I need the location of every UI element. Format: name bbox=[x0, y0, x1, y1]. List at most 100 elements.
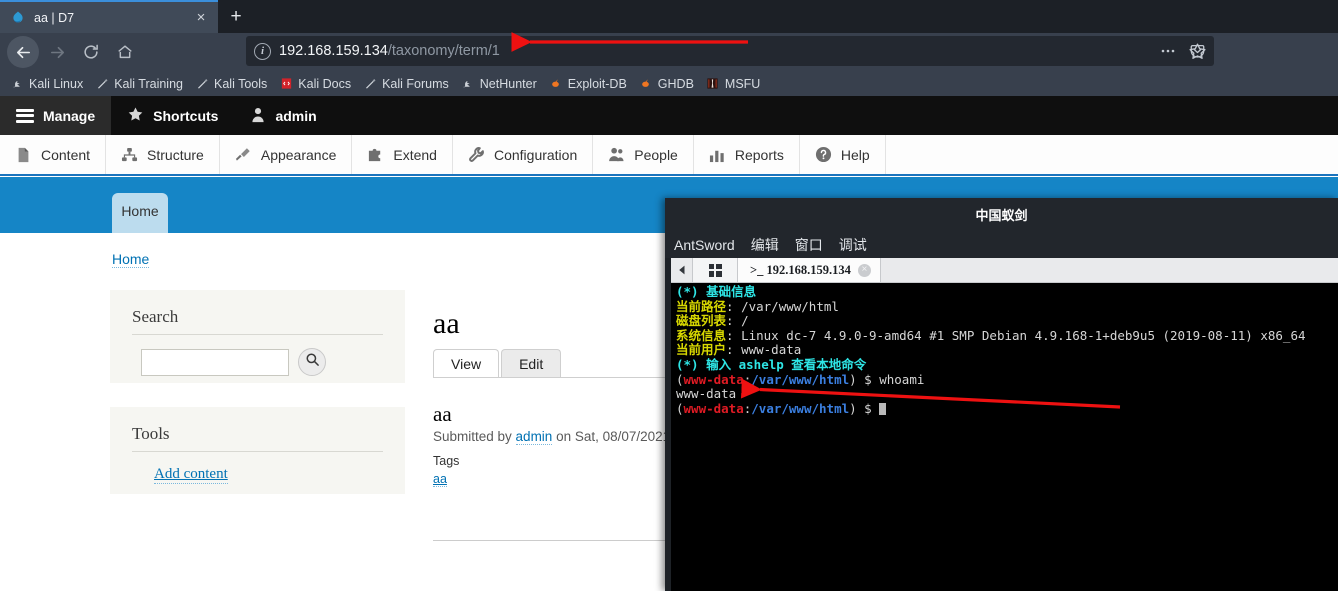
site-info-icon[interactable]: i bbox=[254, 42, 271, 60]
bookmark-item[interactable]: Exploit-DB bbox=[545, 73, 635, 95]
toolbar-item-label: admin bbox=[275, 107, 317, 124]
browser-tab[interactable]: aa | D7 × bbox=[0, 0, 218, 33]
terminal-line: (www-data:/var/www/html) $ whoami bbox=[676, 371, 1338, 388]
tab-view[interactable]: View bbox=[433, 349, 500, 378]
menu-item-label: People bbox=[634, 146, 678, 163]
antsword-menubar: AntSword 编辑 窗口 调试 bbox=[665, 231, 1338, 258]
menu-item-people[interactable]: People bbox=[593, 135, 694, 174]
menu-item-extend[interactable]: Extend bbox=[352, 135, 453, 174]
terminal-text: www-data bbox=[683, 400, 744, 416]
terminal-line: 当前路径: /var/www/html bbox=[676, 298, 1338, 315]
antsword-menu-debug[interactable]: 调试 bbox=[839, 235, 867, 255]
browser-tabstrip: aa | D7 × + bbox=[0, 0, 1338, 33]
menu-item-label: Structure bbox=[147, 146, 204, 163]
terminal-text: 磁盘列表 bbox=[676, 313, 727, 329]
terminal-text: ( bbox=[676, 400, 684, 416]
bookmark-item[interactable]: NetHunter bbox=[457, 73, 545, 95]
page-title: aa bbox=[433, 307, 460, 340]
antsword-window-title: 中国蚁剑 bbox=[975, 208, 1028, 223]
toolbar-item-manage[interactable]: Manage bbox=[0, 96, 112, 135]
forward-button[interactable] bbox=[41, 36, 73, 68]
search-form bbox=[132, 348, 383, 376]
search-input[interactable] bbox=[141, 348, 289, 376]
close-icon[interactable]: × bbox=[192, 9, 210, 27]
terminal-text: (*) 输入 ashelp 查看本地命令 bbox=[676, 356, 867, 372]
bookmark-label: Kali Tools bbox=[214, 76, 268, 91]
terminal-text: ( bbox=[676, 371, 684, 387]
antsword-terminal-output[interactable]: (*) 基础信息 当前路径: /var/www/html 磁盘列表: / 系统信息: … bbox=[671, 283, 1338, 591]
menu-item-appearance[interactable]: Appearance bbox=[220, 135, 353, 174]
menu-item-help[interactable]: Help bbox=[800, 135, 886, 174]
terminal-text: /var/www/html bbox=[751, 371, 850, 387]
node-submitted: Submitted by admin on Sat, 08/07/2021 - … bbox=[433, 429, 690, 445]
terminal-text: ) $ whoami bbox=[849, 371, 925, 387]
bookmark-item[interactable]: Kali Docs bbox=[275, 73, 359, 95]
toolbar-item-label: Shortcuts bbox=[153, 107, 219, 124]
close-icon[interactable]: × bbox=[857, 263, 871, 277]
bookmark-item[interactable]: Kali Linux bbox=[6, 73, 91, 95]
kali-tool-icon bbox=[195, 77, 209, 91]
menu-item-configuration[interactable]: Configuration bbox=[453, 135, 594, 174]
bookmark-star-icon[interactable] bbox=[1186, 40, 1208, 62]
bookmark-label: MSFU bbox=[724, 76, 761, 91]
menu-item-label: Appearance bbox=[260, 146, 337, 163]
kali-tool-icon bbox=[95, 77, 109, 91]
menu-item-label: Reports bbox=[734, 146, 784, 163]
terminal-line: www-data bbox=[676, 386, 1338, 402]
msfu-icon bbox=[706, 77, 720, 91]
bookmark-item[interactable]: Kali Forums bbox=[359, 73, 457, 95]
terminal-text: 当前用户 bbox=[676, 342, 727, 358]
antsword-terminal-tab[interactable]: >_ 192.168.159.134 × bbox=[738, 258, 881, 282]
terminal-text: 系统信息 bbox=[676, 327, 727, 343]
star-icon bbox=[127, 106, 144, 126]
antsword-menu-app[interactable]: AntSword bbox=[674, 237, 735, 253]
search-block-title: Search bbox=[132, 307, 383, 335]
terminal-text: : Linux dc-7 4.9.0-9-amd64 #1 SMP Debian… bbox=[726, 327, 1306, 343]
barchart-icon bbox=[709, 146, 726, 163]
terminal-line: (*) 输入 ashelp 查看本地命令 bbox=[676, 356, 1338, 373]
tools-link-add-content[interactable]: Add content bbox=[154, 466, 228, 484]
home-button[interactable] bbox=[109, 36, 141, 68]
terminal-text: : www-data bbox=[726, 342, 802, 358]
tab-edit[interactable]: Edit bbox=[501, 349, 562, 378]
hamburger-icon bbox=[16, 108, 34, 123]
bookmark-label: Kali Docs bbox=[298, 76, 352, 91]
menu-item-content[interactable]: Content bbox=[0, 135, 107, 174]
antsword-tabbar: >_ 192.168.159.134 × bbox=[671, 258, 1338, 283]
kali-tool-icon bbox=[363, 77, 377, 91]
page-actions-icon[interactable] bbox=[1159, 42, 1177, 60]
new-tab-button[interactable]: + bbox=[222, 4, 250, 30]
antsword-menu-window[interactable]: 窗口 bbox=[795, 235, 823, 255]
tag-link[interactable]: aa bbox=[433, 472, 447, 487]
reload-button[interactable] bbox=[75, 36, 107, 68]
url-path: /taxonomy/term/1 bbox=[387, 43, 500, 59]
menu-item-reports[interactable]: Reports bbox=[694, 135, 800, 174]
bookmark-item[interactable]: GHDB bbox=[635, 73, 702, 95]
terminal-line: 当前用户: www-data bbox=[676, 343, 1338, 358]
primary-nav-home-tab[interactable]: Home bbox=[112, 193, 168, 233]
antsword-menu-edit[interactable]: 编辑 bbox=[751, 235, 779, 255]
breadcrumb[interactable]: Home bbox=[112, 251, 150, 268]
address-bar[interactable]: i 192.168.159.134/taxonomy/term/1 bbox=[246, 36, 1214, 66]
antsword-titlebar: 中国蚁剑 bbox=[665, 198, 1338, 231]
grid-icon[interactable] bbox=[693, 258, 738, 282]
menu-item-label: Extend bbox=[393, 146, 437, 163]
sitemap-icon bbox=[121, 146, 138, 163]
toolbar-item-shortcuts[interactable]: Shortcuts bbox=[111, 96, 234, 135]
chevron-left-icon[interactable] bbox=[671, 258, 693, 282]
search-submit-button[interactable] bbox=[298, 348, 326, 376]
bookmark-item[interactable]: Kali Training bbox=[91, 73, 191, 95]
bookmark-item[interactable]: MSFU bbox=[702, 73, 768, 95]
menu-item-structure[interactable]: Structure bbox=[106, 135, 220, 174]
menu-item-label: Content bbox=[41, 146, 91, 163]
toolbar-item-admin[interactable]: admin bbox=[234, 96, 332, 135]
bookmark-label: Kali Forums bbox=[382, 76, 449, 91]
terminal-text: 当前路径 bbox=[676, 298, 727, 314]
submitted-author-link[interactable]: admin bbox=[515, 429, 553, 445]
back-button[interactable] bbox=[7, 36, 39, 68]
terminal-text: /var/www/html bbox=[751, 400, 850, 416]
drupal-favicon bbox=[10, 10, 26, 26]
bookmark-item[interactable]: Kali Tools bbox=[191, 73, 275, 95]
tools-block: Tools Add content bbox=[110, 407, 405, 494]
terminal-line: (www-data:/var/www/html) $ bbox=[676, 400, 1338, 417]
